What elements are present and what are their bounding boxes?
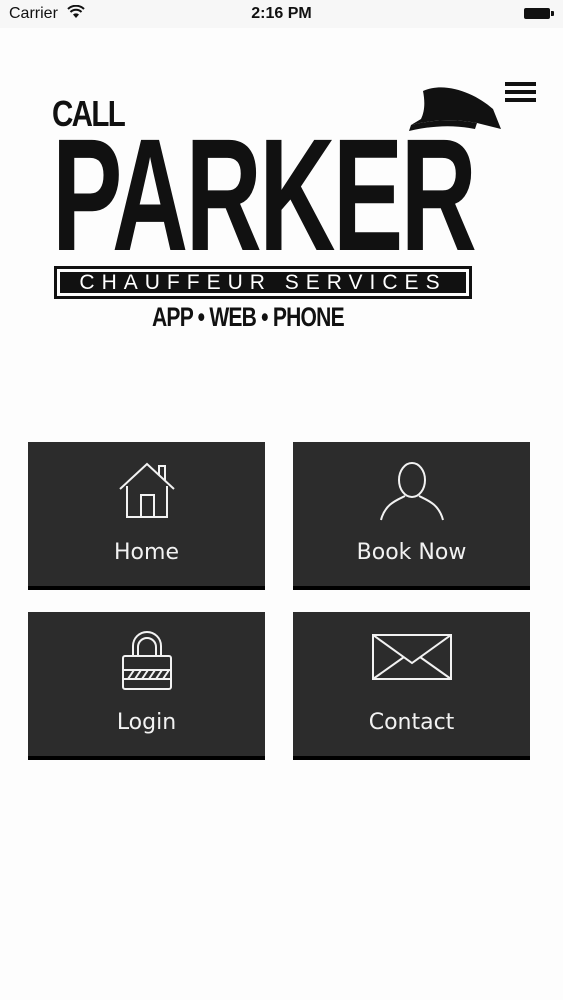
logo-subtitle: CHAUFFEUR SERVICES xyxy=(60,272,466,293)
padlock-icon xyxy=(120,630,174,697)
contact-tile-label: Contact xyxy=(368,710,455,735)
logo-tagline: APP • WEB • PHONE xyxy=(152,302,345,332)
home-tile-label: Home xyxy=(114,540,179,565)
login-tile-button[interactable]: Login xyxy=(28,612,265,760)
call-parker-logo: CALL PARKER CHAUFFEUR SERVICES APP • WEB… xyxy=(40,75,501,345)
chauffeur-cap-icon xyxy=(409,87,501,131)
person-icon xyxy=(377,460,447,527)
contact-tile-button[interactable]: Contact xyxy=(293,612,530,760)
house-icon xyxy=(117,460,177,525)
status-bar: Carrier 2:16 PM xyxy=(0,0,563,28)
envelope-icon xyxy=(371,630,453,685)
book-now-tile-label: Book Now xyxy=(356,540,467,565)
battery-icon xyxy=(524,8,554,19)
logo-parker-text: PARKER xyxy=(52,105,477,284)
clock: 2:16 PM xyxy=(251,5,312,22)
logo-subtitle-band: CHAUFFEUR SERVICES xyxy=(54,266,472,299)
hamburger-menu-icon[interactable] xyxy=(505,82,536,102)
home-tile-button[interactable]: Home xyxy=(28,442,265,590)
book-now-tile-button[interactable]: Book Now xyxy=(293,442,530,590)
login-tile-label: Login xyxy=(116,710,177,735)
